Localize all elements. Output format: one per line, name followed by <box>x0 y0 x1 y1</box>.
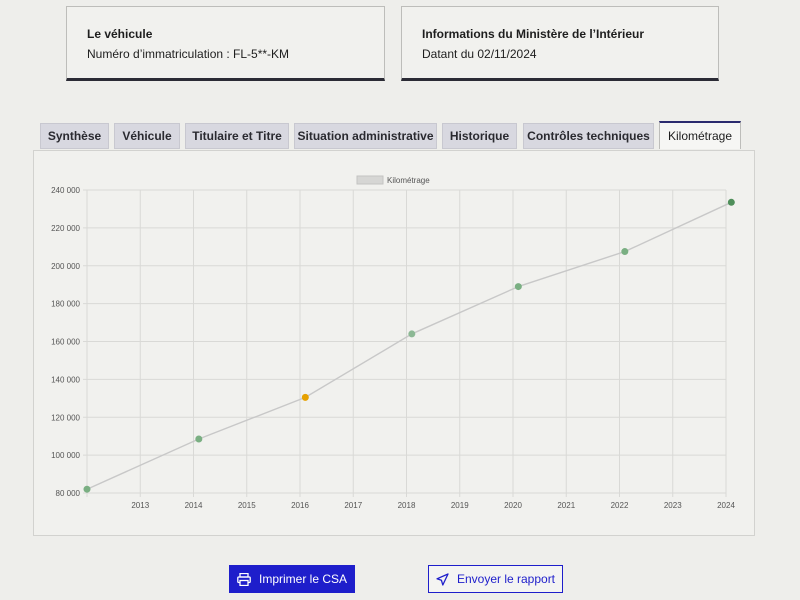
y-tick-label: 200 000 <box>51 262 80 271</box>
x-tick-label: 2018 <box>398 501 416 510</box>
y-tick-label: 220 000 <box>51 224 80 233</box>
series-line <box>86 201 732 490</box>
y-tick-label: 140 000 <box>51 375 80 384</box>
legend-swatch <box>356 175 384 185</box>
ministry-card: Informations du Ministère de l’Intérieur… <box>401 6 719 81</box>
x-tick-label: 2015 <box>238 501 256 510</box>
y-tick-label: 160 000 <box>51 338 80 347</box>
y-tick-label: 100 000 <box>51 451 80 460</box>
x-tick-label: 2019 <box>451 501 469 510</box>
tab-vehicule[interactable]: Véhicule <box>114 123 180 149</box>
y-tick-label: 240 000 <box>51 186 80 195</box>
tab-titulaire-et-titre[interactable]: Titulaire et Titre <box>185 123 289 149</box>
tab-kilometrage[interactable]: Kilométrage <box>659 121 741 149</box>
data-point <box>514 283 522 291</box>
y-tick-label: 80 000 <box>56 489 81 498</box>
x-tick-label: 2023 <box>664 501 682 510</box>
print-csa-button[interactable]: Imprimer le CSA <box>229 565 355 593</box>
send-arrow-icon <box>436 572 449 586</box>
x-tick-label: 2014 <box>185 501 203 510</box>
tab-historique[interactable]: Historique <box>442 123 517 149</box>
mileage-chart: 80 000 100 000 120 000 140 000 160 000 180 00… <box>51 175 735 510</box>
y-tick-label: 120 000 <box>51 413 80 422</box>
x-tick-label: 2017 <box>344 501 362 510</box>
tab-situation-administrative[interactable]: Situation administrative <box>294 123 437 149</box>
vehicle-card: Le véhicule Numéro d’immatriculation : F… <box>66 6 385 81</box>
x-tick-label: 2024 <box>717 501 735 510</box>
send-report-label: Envoyer le rapport <box>456 572 556 586</box>
ministry-card-title: Informations du Ministère de l’Intérieur <box>422 27 645 41</box>
x-tick-label: 2022 <box>611 501 629 510</box>
legend-label: Kilométrage <box>387 176 430 185</box>
data-date: Datant du 02/11/2024 <box>422 47 537 61</box>
send-report-button[interactable]: Envoyer le rapport <box>428 565 563 593</box>
plate-number: Numéro d’immatriculation : FL-5**-KM <box>87 47 290 61</box>
y-tick-label: 180 000 <box>51 300 80 309</box>
data-point <box>195 435 203 443</box>
x-tick-label: 2016 <box>291 501 309 510</box>
x-tick-label: 2020 <box>504 501 522 510</box>
vehicle-card-title: Le véhicule <box>87 27 153 41</box>
data-point <box>727 198 735 206</box>
tab-synthese[interactable]: Synthèse <box>40 123 109 149</box>
data-point <box>83 485 91 493</box>
data-point <box>408 330 416 338</box>
data-point <box>301 393 309 401</box>
x-tick-label: 2013 <box>131 501 149 510</box>
print-csa-label: Imprimer le CSA <box>258 572 347 586</box>
data-point <box>621 248 629 256</box>
x-tick-label: 2021 <box>557 501 575 510</box>
printer-icon <box>237 572 251 586</box>
tab-controles-techniques[interactable]: Contrôles techniques <box>523 123 654 149</box>
